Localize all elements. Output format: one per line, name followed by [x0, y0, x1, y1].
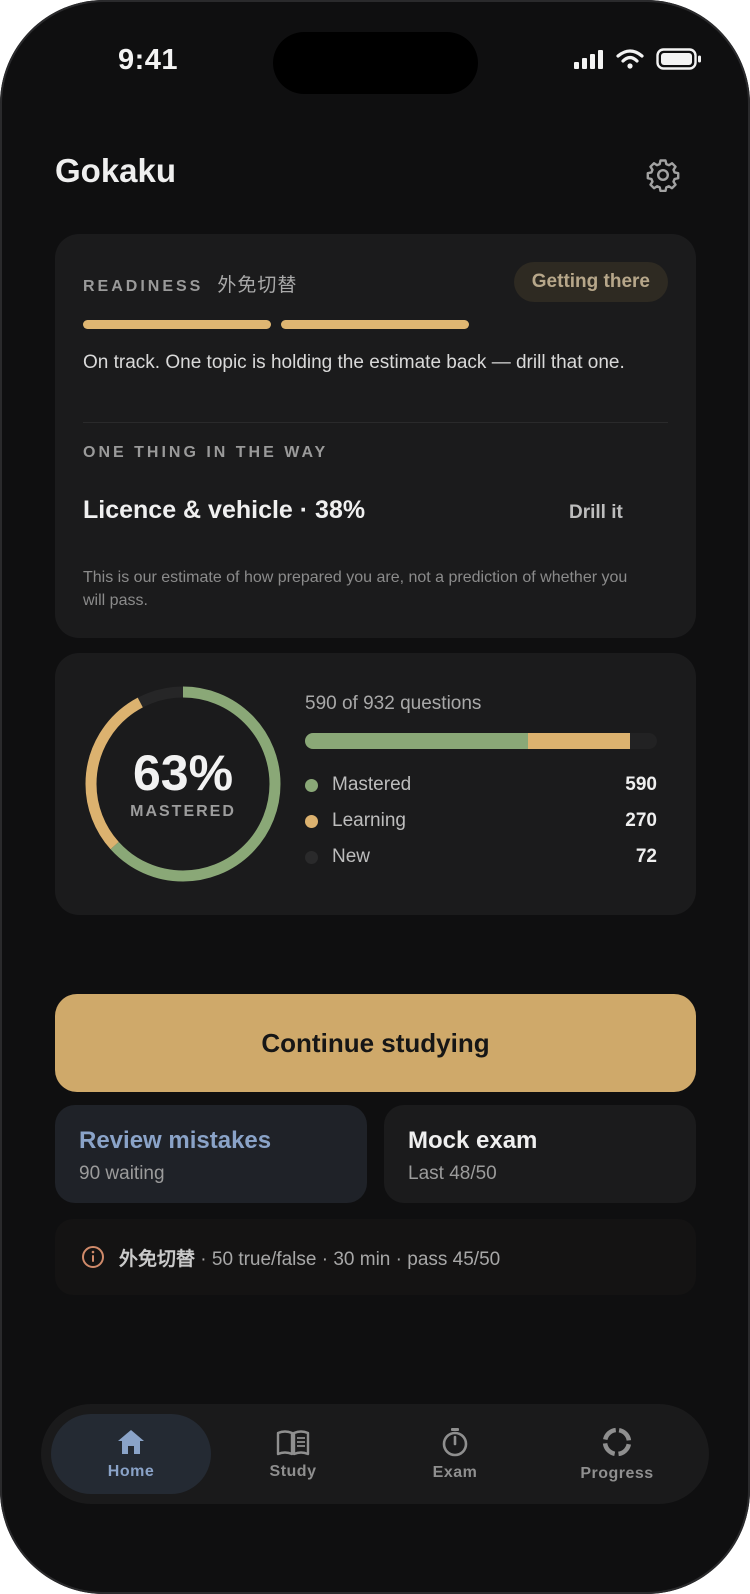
status-time: 9:41: [118, 44, 179, 76]
legend-dot-mastered: [305, 778, 318, 792]
exam-info-details: · 50 true/false · 30 min · pass 45/50: [195, 1248, 501, 1270]
exam-info-name: 外免切替: [119, 1248, 196, 1270]
stopwatch-icon: [442, 1428, 468, 1457]
dynamic-island: [273, 32, 478, 94]
mastery-percent: 63%: [132, 745, 234, 801]
tab-label: Study: [269, 1463, 317, 1480]
review-mistakes-subtitle: 90 waiting: [79, 1163, 165, 1184]
legend-row-mastered: Mastered 590: [305, 767, 657, 803]
legend-label: Learning: [332, 810, 406, 831]
legend-label: Mastered: [332, 774, 412, 795]
legend-dot-new: [305, 850, 318, 864]
gear-icon[interactable]: [646, 158, 680, 192]
progress-ring-icon: [602, 1427, 632, 1457]
questions-count: 590 of 932 questions: [305, 693, 482, 714]
readiness-segments: [83, 320, 469, 329]
mastery-stacked-bar: [305, 733, 657, 749]
info-circle-icon: [82, 1246, 104, 1268]
legend-dot-learning: [305, 814, 318, 828]
tab-label: Home: [107, 1463, 155, 1480]
readiness-summary: On track. One topic is holding the estim…: [83, 352, 625, 373]
tab-label: Exam: [432, 1464, 478, 1481]
mock-exam-subtitle: Last 48/50: [408, 1163, 497, 1184]
legend-value: 270: [625, 810, 657, 831]
legend-row-learning: Learning 270: [305, 803, 657, 839]
readiness-exam-name: 外免切替: [217, 275, 298, 296]
stacked-bar-learning: [527, 733, 630, 749]
review-mistakes-button[interactable]: Review mistakes 90 waiting: [55, 1105, 367, 1203]
tab-exam[interactable]: Exam: [375, 1414, 535, 1494]
readiness-segment: [281, 320, 469, 329]
exam-info-bar: 外免切替 · 50 true/false · 30 min · pass 45/…: [55, 1219, 696, 1295]
mastery-card: 63% MASTERED 590 of 932 questions Master…: [55, 653, 696, 915]
readiness-header: READINESS 外免切替: [83, 270, 297, 297]
legend-label: New: [332, 846, 371, 867]
drill-it-button[interactable]: Drill it: [569, 502, 623, 524]
legend-row-new: New 72: [305, 839, 657, 875]
home-icon: [118, 1430, 144, 1454]
page-title: Gokaku: [55, 152, 177, 189]
readiness-label: READINESS: [83, 278, 204, 295]
blocker-label: ONE THING IN THE WAY: [83, 444, 329, 461]
tab-study[interactable]: Study: [213, 1414, 373, 1494]
continue-studying-button[interactable]: Continue studying: [55, 994, 696, 1092]
stacked-bar-mastered: [305, 733, 528, 749]
readiness-card: READINESS 外免切替 Getting there On track. O…: [55, 234, 696, 638]
readiness-segment: [83, 320, 271, 329]
tab-progress[interactable]: Progress: [537, 1414, 697, 1494]
readiness-status-badge: Getting there: [513, 262, 668, 302]
wifi-icon: [616, 49, 644, 69]
mastery-percent-label: MASTERED: [130, 803, 236, 820]
review-mistakes-title: Review mistakes: [79, 1127, 272, 1154]
tab-label: Progress: [580, 1465, 654, 1482]
mock-exam-button[interactable]: Mock exam Last 48/50: [384, 1105, 696, 1203]
cellular-signal-icon: [574, 50, 603, 69]
mastery-legend: Mastered 590 Learning 270 New 72: [305, 767, 657, 875]
mastery-ring-label: 63% MASTERED: [83, 684, 283, 884]
divider: [83, 422, 668, 423]
blocker-topic: Licence & vehicle · 38%: [83, 496, 366, 524]
tab-bar: Home Study Exam Progress: [41, 1404, 709, 1504]
status-icons: [574, 48, 702, 70]
legend-value: 590: [625, 774, 657, 795]
tab-home[interactable]: Home: [51, 1414, 211, 1494]
phone-screen: 9:41 Gokaku READINESS 外免切替 Getting there…: [0, 0, 750, 1594]
exam-info-text: 外免切替 · 50 true/false · 30 min · pass 45/…: [119, 1244, 500, 1271]
book-icon: [276, 1430, 310, 1456]
battery-icon: [656, 48, 701, 70]
legend-value: 72: [635, 846, 657, 867]
mock-exam-title: Mock exam: [408, 1127, 538, 1154]
readiness-disclaimer: This is our estimate of how prepared you…: [83, 569, 628, 609]
